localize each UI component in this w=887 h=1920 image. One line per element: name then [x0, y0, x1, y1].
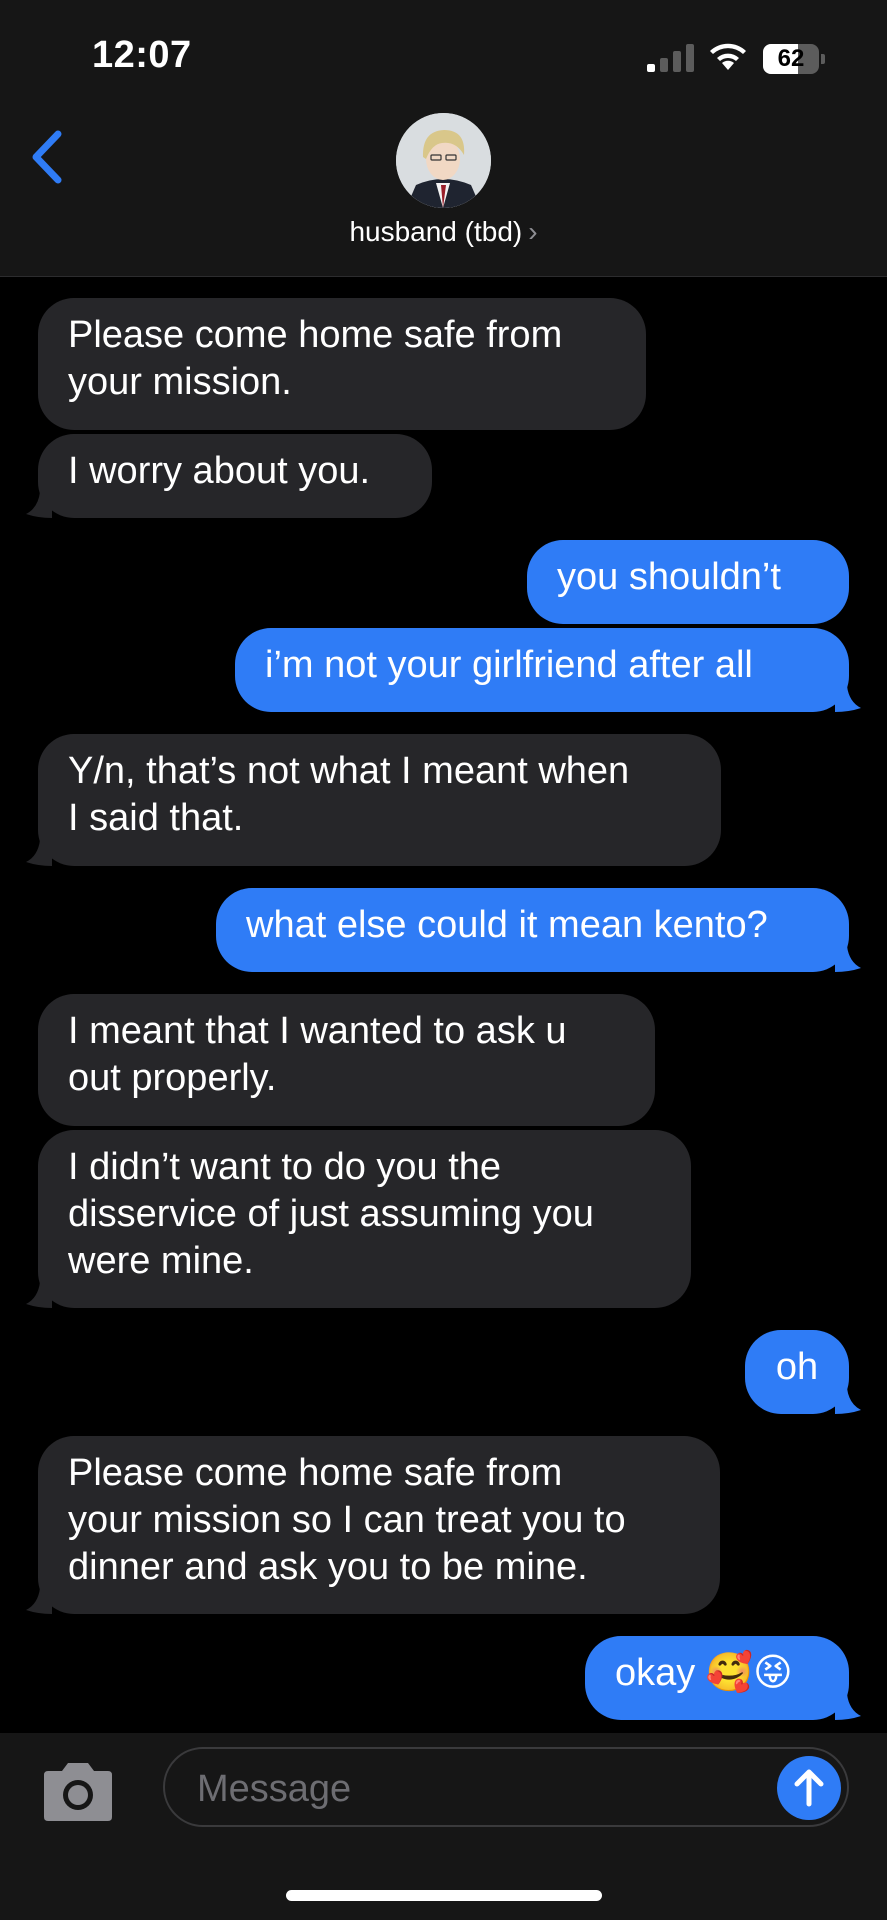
bubble-tail	[835, 946, 861, 972]
message-bubble-outgoing[interactable]: okay 🥰😝	[585, 1636, 861, 1720]
bubble-tail	[26, 492, 52, 518]
message-bubble-outgoing[interactable]: i’m not your girlfriend after all	[235, 628, 861, 712]
status-bar: 12:07 62	[0, 0, 887, 110]
back-button[interactable]	[22, 122, 72, 192]
bubble-tail	[26, 840, 52, 866]
message-text: you shouldn’t	[557, 556, 781, 598]
bubble-tail	[835, 1388, 861, 1414]
send-button[interactable]	[777, 1756, 841, 1820]
message-bubble-incoming[interactable]: Please come home safe from your mission.	[38, 298, 646, 430]
bubble-tail	[26, 1282, 52, 1308]
message-bubble-incoming[interactable]: Please come home safe from your mission …	[26, 1436, 720, 1614]
wifi-icon	[710, 43, 746, 70]
bubble-tail	[26, 1588, 52, 1614]
camera-icon[interactable]	[38, 1761, 118, 1823]
status-time: 12:07	[92, 34, 192, 76]
contact-name: husband (tbd)	[349, 216, 523, 247]
cellular-signal-icon	[647, 44, 694, 72]
message-text: Please come home safe from your mission.	[68, 314, 563, 403]
battery-icon: 62	[763, 44, 825, 74]
battery-percentage: 62	[777, 45, 805, 72]
chevron-right-icon: ›	[528, 216, 538, 247]
message-text: oh	[775, 1346, 819, 1388]
message-bubble-incoming[interactable]: Y/n, that’s not what I meant when I said…	[26, 734, 721, 866]
message-text: I meant that I wanted to ask u out prope…	[68, 1010, 567, 1099]
message-text: I worry about you.	[68, 450, 371, 492]
home-indicator[interactable]	[286, 1890, 602, 1901]
contact-avatar[interactable]	[396, 113, 491, 208]
message-text: what else could it mean kento?	[246, 904, 768, 946]
message-bubble-outgoing[interactable]: what else could it mean kento?	[216, 888, 861, 972]
bubble-tail	[835, 1694, 861, 1720]
message-input[interactable]	[195, 1761, 759, 1817]
message-text: Please come home safe from your mission …	[68, 1452, 626, 1588]
bubble-tail	[835, 686, 861, 712]
message-field[interactable]	[163, 1747, 849, 1827]
avatar-portrait	[396, 113, 491, 208]
message-bubble-incoming[interactable]: I worry about you.	[26, 434, 432, 518]
message-text: I didn’t want to do you the disservice o…	[68, 1146, 594, 1282]
conversation-header: husband (tbd) ›	[0, 110, 887, 277]
contact-name-button[interactable]: husband (tbd) ›	[0, 216, 887, 248]
message-text: i’m not your girlfriend after all	[265, 644, 753, 686]
message-text: okay 🥰😝	[615, 1652, 793, 1694]
message-bubble-outgoing[interactable]: oh	[745, 1330, 861, 1414]
message-bubble-incoming[interactable]: I meant that I wanted to ask u out prope…	[38, 994, 655, 1126]
arrow-up-icon	[794, 1769, 824, 1807]
message-bubble-outgoing[interactable]: you shouldn’t	[527, 540, 849, 624]
message-bubble-incoming[interactable]: I didn’t want to do you the disservice o…	[26, 1130, 691, 1308]
message-text: Y/n, that’s not what I meant when I said…	[68, 750, 630, 839]
